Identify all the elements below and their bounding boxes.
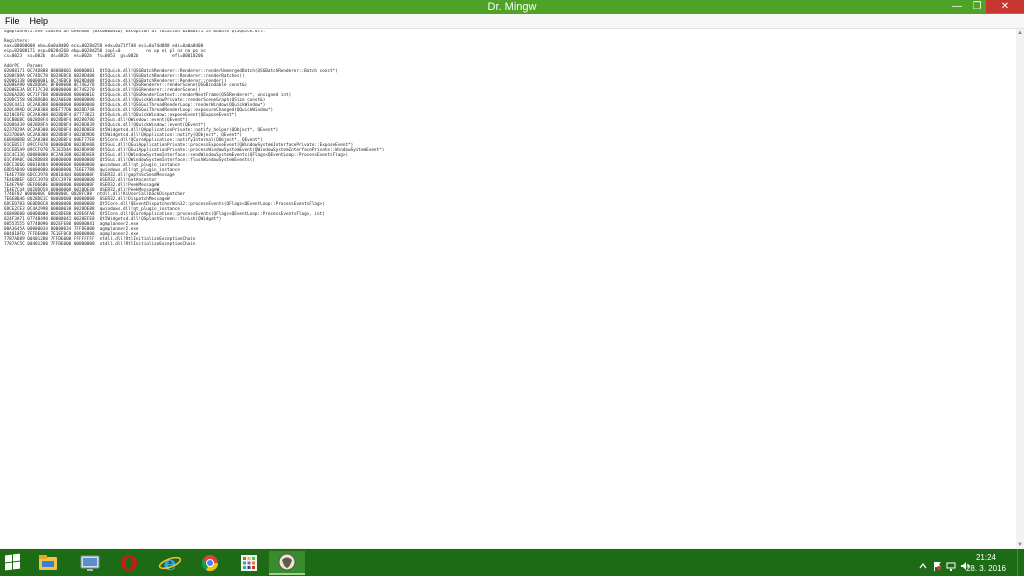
- system-clock[interactable]: 21:24 28. 3. 2016: [966, 552, 1006, 574]
- close-button[interactable]: ✕: [986, 0, 1024, 13]
- crash-report-text[interactable]: agmplanner2.exe caused an Unknown [0xC00…: [4, 30, 1012, 546]
- report-line: 7787AC5C 00401280 7FFDE000 00000000 ntdl…: [4, 241, 196, 247]
- show-desktop-button[interactable]: [1017, 549, 1024, 576]
- svg-text:e: e: [164, 551, 177, 575]
- clock-time: 21:24: [975, 553, 996, 562]
- menu-bar: File Help: [0, 14, 1024, 29]
- maximize-button[interactable]: ❐: [968, 0, 986, 13]
- scroll-up-arrow-icon[interactable]: ▲: [1016, 29, 1024, 37]
- action-center-flag-icon[interactable]: [932, 558, 942, 571]
- chrome-icon[interactable]: [192, 551, 228, 575]
- menu-help[interactable]: Help: [25, 14, 54, 28]
- title-bar[interactable]: Dr. Mingw — ❐ ✕: [0, 0, 1024, 14]
- window-title: Dr. Mingw: [487, 1, 537, 13]
- minimize-button[interactable]: —: [948, 0, 966, 13]
- file-explorer-icon[interactable]: [30, 551, 66, 575]
- taskbar: e 21:24 28. 3. 2016: [0, 549, 1024, 576]
- scroll-down-arrow-icon[interactable]: ▼: [1016, 541, 1024, 549]
- dr-mingw-taskbar-icon[interactable]: [269, 551, 305, 575]
- remote-desktop-icon[interactable]: [72, 551, 108, 575]
- show-hidden-icons-icon[interactable]: [918, 558, 928, 569]
- menu-file[interactable]: File: [0, 14, 25, 28]
- clock-date: 28. 3. 2016: [965, 564, 1006, 573]
- internet-explorer-icon[interactable]: e: [152, 551, 188, 575]
- network-icon[interactable]: [946, 558, 956, 571]
- app-grid-icon[interactable]: [231, 551, 267, 575]
- opera-icon[interactable]: [111, 551, 147, 575]
- vertical-scrollbar[interactable]: ▲ ▼: [1016, 29, 1024, 549]
- windows-start-icon[interactable]: [5, 553, 21, 571]
